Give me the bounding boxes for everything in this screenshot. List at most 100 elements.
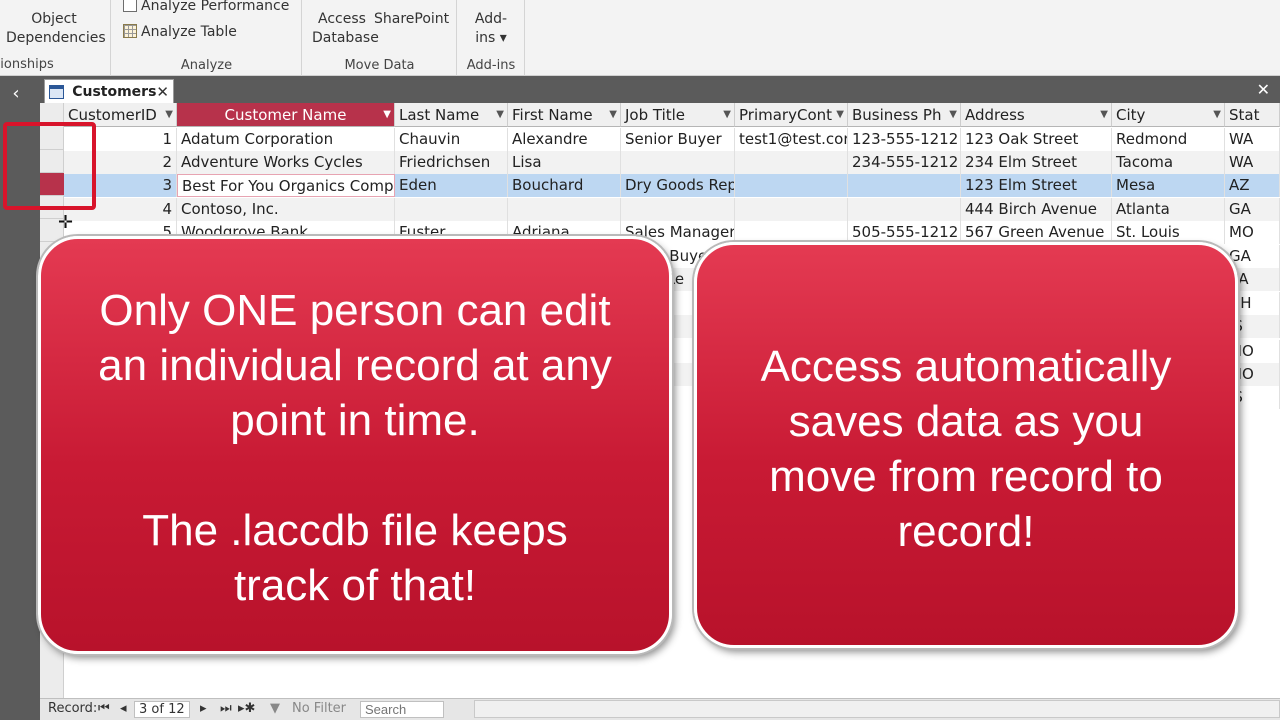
search-input[interactable] [360,701,444,718]
object-dependencies-label-2: Dependencies [6,30,106,46]
dropdown-arrow-icon[interactable]: ▼ [609,103,617,126]
table-row[interactable]: 4 Contoso, Inc. 444 Birch Avenue Atlanta… [64,198,1280,221]
callout-left-spacer [61,448,649,503]
cell-city[interactable]: Redmond [1112,128,1225,151]
cell-first-name[interactable]: Lisa [508,151,621,174]
cell-primary-contact[interactable] [735,174,848,197]
cell-customer-name-editing[interactable]: Best For You Organics Compar [177,174,395,197]
current-record-field[interactable]: 3 of 12 [134,701,190,718]
cell-first-name[interactable]: Alexandre [508,128,621,151]
sharepoint-button[interactable]: SharePoint [374,10,449,29]
cell-job-title[interactable] [621,151,735,174]
cell-business-phone[interactable]: 123-555-1212 [848,128,961,151]
next-record-icon[interactable]: ▸ [200,701,207,717]
cell-address[interactable]: 567 Green Avenue [961,221,1112,244]
previous-record-icon[interactable]: ◂ [120,701,127,717]
cell-job-title[interactable]: Dry Goods Rep [621,174,735,197]
first-record-icon[interactable]: ⏮ [98,701,110,717]
cell-customer-name[interactable]: Adventure Works Cycles [177,151,395,174]
dropdown-arrow-icon[interactable]: ▼ [723,103,731,126]
filter-icon: ▼ [270,701,280,716]
cell-city[interactable]: Atlanta [1112,198,1225,221]
new-record-icon[interactable]: ▸✱ [238,701,255,717]
last-record-icon[interactable]: ⏭ [220,701,232,717]
tab-customers[interactable]: Customers ✕ [44,79,174,103]
cell-address[interactable]: 123 Oak Street [961,128,1112,151]
cell-business-phone[interactable] [848,198,961,221]
horizontal-scrollbar[interactable] [474,700,1280,718]
callout-right-line: saves data as you [788,397,1144,446]
analyze-performance-button[interactable]: Analyze Performance [123,0,289,16]
column-header-state[interactable]: Stat [1225,103,1280,127]
cell-primary-contact[interactable] [735,221,848,244]
close-document-icon[interactable]: ✕ [1257,80,1270,99]
column-header-city[interactable]: City ▼ [1112,103,1225,127]
callout-left-line: track of that! [233,561,477,610]
column-header-last-name[interactable]: Last Name ▼ [395,103,508,127]
cell-city[interactable]: Tacoma [1112,151,1225,174]
analyze-table-button[interactable]: Analyze Table [123,23,237,42]
dropdown-arrow-icon[interactable]: ▼ [1213,103,1221,126]
column-header-customer-name[interactable]: Customer Name ▼ [177,103,395,127]
dropdown-arrow-icon[interactable]: ▼ [383,103,391,126]
cell-first-name[interactable]: Bouchard [508,174,621,197]
dropdown-arrow-icon[interactable]: ▼ [836,103,844,126]
cell-job-title[interactable] [621,198,735,221]
cell-city[interactable]: St. Louis [1112,221,1225,244]
cell-city[interactable]: Mesa [1112,174,1225,197]
close-icon[interactable]: ✕ [156,83,169,101]
column-header-business-phone[interactable]: Business Ph ▼ [848,103,961,127]
dropdown-arrow-icon[interactable]: ▼ [1100,103,1108,126]
cell-business-phone[interactable]: 505-555-1212 [848,221,961,244]
analyze-table-icon [123,24,137,38]
object-dependencies-label-1: Object [31,11,77,27]
cell-state[interactable]: WA [1225,128,1280,151]
cell-customer-name[interactable]: Adatum Corporation [177,128,395,151]
ribbon: ionships Object Dependencies Analyze Per… [0,0,1280,76]
cell-last-name[interactable]: Friedrichsen [395,151,508,174]
cell-business-phone[interactable]: 234-555-1212 [848,151,961,174]
callout-left-line: The .laccdb file keeps [142,506,568,555]
no-filter-toggle[interactable]: No Filter [292,701,346,717]
analyze-group: Analyze Performance Analyze Table Analyz… [111,0,302,76]
cell-job-title[interactable]: Senior Buyer [621,128,735,151]
cell-state[interactable]: GA [1225,198,1280,221]
dropdown-arrow-icon[interactable]: ▼ [165,103,173,126]
cell-address[interactable]: 234 Elm Street [961,151,1112,174]
cell-state[interactable]: WA [1225,151,1280,174]
addins-group-label: Add-ins [466,58,516,73]
column-header-first-name[interactable]: First Name ▼ [508,103,621,127]
cell-customer-name[interactable]: Contoso, Inc. [177,198,395,221]
cell-last-name[interactable] [395,198,508,221]
column-header-job-title[interactable]: Job Title ▼ [621,103,735,127]
object-dependencies-button[interactable]: Object Dependencies [6,10,106,48]
cell-address[interactable]: 444 Birch Avenue [961,198,1112,221]
callout-left: Only ONE person can edit an individual r… [38,236,672,654]
column-header-primary-contact[interactable]: PrimaryCont ▼ [735,103,848,127]
cell-business-phone[interactable] [848,174,961,197]
table-row[interactable]: 2 Adventure Works Cycles Friedrichsen Li… [64,151,1280,174]
cell-state[interactable]: AZ [1225,174,1280,197]
callout-right-line: move from record to [769,452,1163,501]
cell-last-name[interactable]: Eden [395,174,508,197]
callout-left-line: an individual record at any [98,341,612,390]
addins-button[interactable]: Add- ins ▾ [465,10,517,48]
highlight-box [3,122,96,210]
dropdown-arrow-icon[interactable]: ▼ [496,103,504,126]
cell-last-name[interactable]: Chauvin [395,128,508,151]
cross-cursor-icon: ✛ [58,212,74,233]
callout-left-line: point in time. [230,396,480,445]
cell-first-name[interactable] [508,198,621,221]
cell-state[interactable]: MO [1225,221,1280,244]
table-row[interactable]: 1 Adatum Corporation Chauvin Alexandre S… [64,128,1280,151]
cell-primary-contact[interactable] [735,198,848,221]
access-database-button[interactable]: Access Database [312,10,379,48]
table-row-current[interactable]: 3 Best For You Organics Compar Eden Bouc… [64,174,1280,197]
cell-primary-contact[interactable] [735,151,848,174]
callout-right: Access automatically saves data as you m… [694,242,1238,648]
dropdown-arrow-icon[interactable]: ▼ [949,103,957,126]
cell-primary-contact[interactable]: test1@test.cor [735,128,848,151]
cell-address[interactable]: 123 Elm Street [961,174,1112,197]
column-header-address[interactable]: Address ▼ [961,103,1112,127]
chevron-left-icon[interactable]: ‹ [0,76,32,112]
